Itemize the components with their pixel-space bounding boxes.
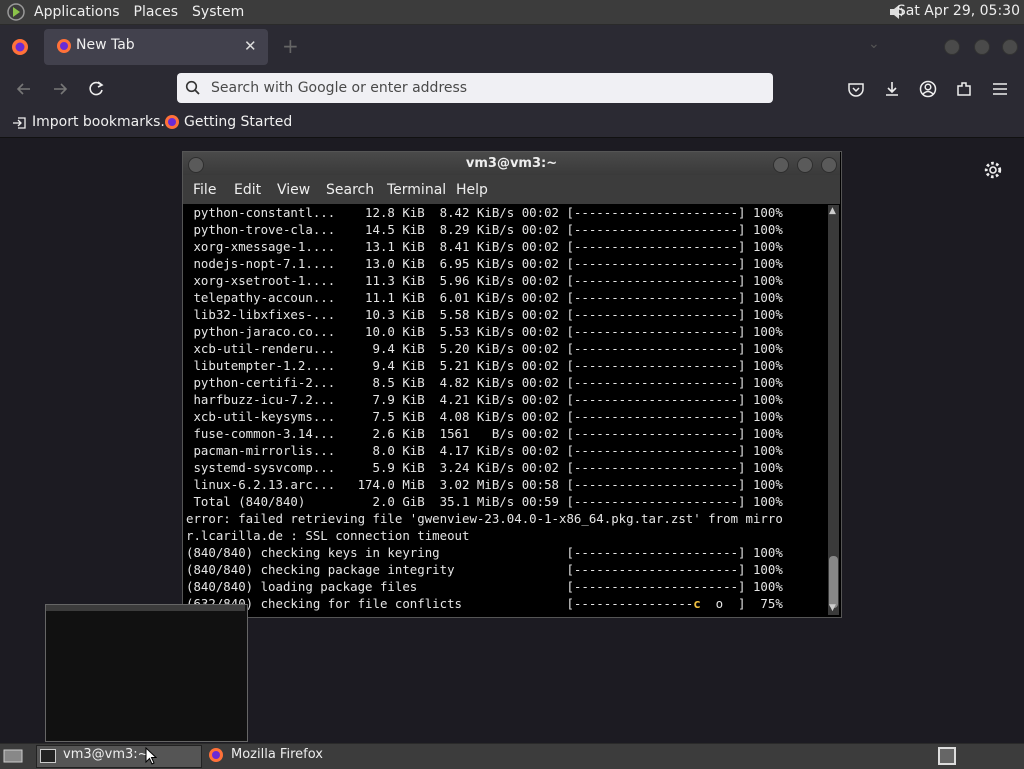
scrollbar-thumb[interactable] <box>829 556 838 608</box>
terminal-line: fuse-common-3.14... 2.6 KiB 1561 B/s 00:… <box>186 426 783 441</box>
terminal-line: harfbuzz-icu-7.2... 7.9 KiB 4.21 KiB/s 0… <box>186 392 783 407</box>
hamburger-menu-icon[interactable] <box>990 79 1010 99</box>
terminal-maximize-button[interactable] <box>797 157 813 173</box>
terminal-line: linux-6.2.13.arc... 174.0 MiB 3.02 MiB/s… <box>186 477 783 492</box>
show-desktop-icon[interactable] <box>2 747 24 765</box>
system-menu[interactable]: System <box>192 4 244 20</box>
terminal-line: python-constantl... 12.8 KiB 8.42 KiB/s … <box>186 205 783 220</box>
terminal-scrollbar[interactable] <box>828 205 839 615</box>
progress-text: (632/840) checking for file conflicts [-… <box>186 596 694 611</box>
terminal-line: xorg-xmessage-1.... 13.1 KiB 8.41 KiB/s … <box>186 239 783 254</box>
terminal-line: (840/840) checking package integrity [--… <box>186 562 783 577</box>
terminal-line: Total (840/840) 2.0 GiB 35.1 MiB/s 00:59… <box>186 494 783 509</box>
reload-icon[interactable] <box>86 79 106 99</box>
terminal-line: python-certifi-2... 8.5 KiB 4.82 KiB/s 0… <box>186 375 783 390</box>
applications-menu[interactable]: Applications <box>34 4 120 20</box>
terminal-line: error: failed retrieving file 'gwenview-… <box>186 511 783 526</box>
terminal-line: xcb-util-keysyms... 7.5 KiB 4.08 KiB/s 0… <box>186 409 783 424</box>
close-tab-icon[interactable]: ✕ <box>244 37 257 55</box>
terminal-icon <box>40 749 56 763</box>
preview-menubar <box>46 605 245 611</box>
account-icon[interactable] <box>918 79 938 99</box>
terminal-progress-line: (632/840) checking for file conflicts [-… <box>186 596 783 611</box>
chevron-down-icon[interactable]: ⌄ <box>868 36 880 52</box>
search-icon <box>185 80 201 96</box>
menu-help[interactable]: Help <box>456 182 488 198</box>
maximize-button[interactable] <box>974 39 990 55</box>
terminal-line: pacman-mirrorlis... 8.0 KiB 4.17 KiB/s 0… <box>186 443 783 458</box>
firefox-icon <box>164 114 180 130</box>
taskbar-firefox-label[interactable]: Mozilla Firefox <box>231 747 323 762</box>
taskbar-terminal-label: vm3@vm3:~ <box>63 747 149 762</box>
terminal-line: (840/840) checking keys in keyring [----… <box>186 545 783 560</box>
terminal-close-button[interactable] <box>821 157 837 173</box>
terminal-line: systemd-sysvcomp... 5.9 KiB 3.24 KiB/s 0… <box>186 460 783 475</box>
terminal-minimize-button[interactable] <box>773 157 789 173</box>
downloads-icon[interactable] <box>882 79 902 99</box>
scroll-down-arrow-icon[interactable]: ▼ <box>829 603 836 613</box>
top-panel: Applications Places System <box>0 0 1024 25</box>
progress-percent: o ] 75% <box>700 596 783 611</box>
terminal-line: (840/840) loading package files [-------… <box>186 579 783 594</box>
window-preview-thumbnail[interactable] <box>45 604 248 742</box>
terminal-line: libutempter-1.2.... 9.4 KiB 5.21 KiB/s 0… <box>186 358 783 373</box>
pacman-progress-icon: c <box>693 596 701 611</box>
gnome-foot-icon[interactable] <box>5 1 27 23</box>
places-menu[interactable]: Places <box>134 4 179 20</box>
terminal-line: xcb-util-renderu... 9.4 KiB 5.20 KiB/s 0… <box>186 341 783 356</box>
bookmark-getting-started[interactable]: Getting Started <box>184 114 292 130</box>
terminal-line: lib32-libxfixes-... 10.3 KiB 5.58 KiB/s … <box>186 307 783 322</box>
menu-terminal[interactable]: Terminal <box>387 182 446 198</box>
gear-icon[interactable] <box>983 160 1003 180</box>
minimize-button[interactable] <box>944 39 960 55</box>
menu-file[interactable]: File <box>193 182 216 198</box>
terminal-line: r.lcarilla.de : SSL connection timeout <box>186 528 470 543</box>
firefox-view-icon[interactable] <box>11 38 29 56</box>
terminal-line: xorg-xsetroot-1.... 11.3 KiB 5.96 KiB/s … <box>186 273 783 288</box>
terminal-line: python-trove-cla... 14.5 KiB 8.29 KiB/s … <box>186 222 783 237</box>
firefox-icon <box>56 38 72 54</box>
mouse-cursor-icon <box>145 746 158 765</box>
terminal-line: telepathy-accoun... 11.1 KiB 6.01 KiB/s … <box>186 290 783 305</box>
new-tab-button[interactable]: + <box>282 34 299 58</box>
menu-edit[interactable]: Edit <box>234 182 261 198</box>
tab-title: New Tab <box>76 37 135 53</box>
back-arrow-icon[interactable] <box>14 79 34 99</box>
scroll-up-arrow-icon[interactable]: ▲ <box>829 206 836 216</box>
terminal-title: vm3@vm3:~ <box>465 156 558 171</box>
import-icon <box>12 115 28 131</box>
workspace-switcher[interactable] <box>938 747 956 765</box>
forward-arrow-icon[interactable] <box>50 79 70 99</box>
firefox-icon <box>208 747 224 763</box>
terminal-line: python-jaraco.co... 10.0 KiB 5.53 KiB/s … <box>186 324 783 339</box>
address-placeholder: Search with Google or enter address <box>211 80 468 96</box>
extensions-icon[interactable] <box>954 79 974 99</box>
terminal-output[interactable]: python-constantl... 12.8 KiB 8.42 KiB/s … <box>186 204 826 614</box>
clock[interactable]: Sat Apr 29, 05:30 <box>897 3 1020 19</box>
pocket-icon[interactable] <box>846 79 866 99</box>
menu-view[interactable]: View <box>277 182 310 198</box>
menu-search[interactable]: Search <box>326 182 374 198</box>
close-window-button[interactable] <box>1002 39 1018 55</box>
bookmark-import[interactable]: Import bookmarks... <box>32 114 174 130</box>
terminal-line: nodejs-nopt-7.1.... 13.0 KiB 6.95 KiB/s … <box>186 256 783 271</box>
